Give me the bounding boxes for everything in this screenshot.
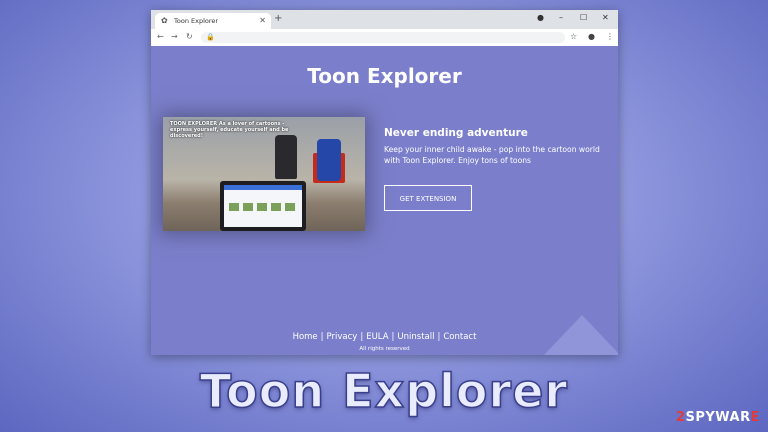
- footer-link-contact[interactable]: Contact: [443, 332, 476, 342]
- screen-thumbnail: [285, 203, 295, 211]
- screen-thumbnail: [257, 203, 267, 211]
- browser-window: ✿ Toon Explorer ✕ + ● – ☐ ✕ ← → ↻ 🔒 ☆ ● …: [151, 10, 618, 355]
- footer-link-uninstall[interactable]: Uninstall: [397, 332, 434, 342]
- footer-link-home[interactable]: Home: [293, 332, 318, 342]
- web-page: Toon Explorer TOON EXPLORER As a lover o…: [151, 46, 618, 355]
- laptop-screen-header: [224, 185, 302, 190]
- profile-icon[interactable]: ●: [588, 32, 595, 41]
- promo-text: Never ending adventure Keep your inner c…: [384, 127, 609, 166]
- hero-image: TOON EXPLORER As a lover of cartoons - e…: [163, 117, 365, 231]
- screen-thumbnail: [243, 203, 253, 211]
- back-icon[interactable]: ←: [157, 32, 164, 41]
- minimize-button[interactable]: –: [559, 13, 563, 22]
- screen-thumbnail: [271, 203, 281, 211]
- promo-body: Keep your inner child awake - pop into t…: [384, 145, 600, 165]
- screen-thumbnail: [229, 203, 239, 211]
- maximize-button[interactable]: ☐: [580, 13, 587, 22]
- footer-link-privacy[interactable]: Privacy: [327, 332, 358, 342]
- footer-separator: |: [391, 332, 395, 342]
- watermark-suffix: E: [750, 410, 760, 425]
- forward-icon[interactable]: →: [171, 32, 178, 41]
- hero-caption: TOON EXPLORER As a lover of cartoons - e…: [170, 121, 289, 139]
- overlay-caption: Toon Explorer: [199, 363, 569, 419]
- footer-separator: |: [360, 332, 364, 342]
- close-window-button[interactable]: ✕: [602, 13, 609, 22]
- extension-icon[interactable]: ●: [537, 13, 544, 22]
- address-input[interactable]: 🔒: [201, 32, 565, 43]
- menu-icon[interactable]: ⋮: [606, 32, 614, 41]
- tab-close-icon[interactable]: ✕: [259, 16, 266, 25]
- page-title: Toon Explorer: [307, 64, 462, 88]
- lock-icon: 🔒: [206, 33, 215, 41]
- tab-title: Toon Explorer: [174, 17, 219, 25]
- puzzle-favicon-icon: ✿: [161, 16, 168, 25]
- promo-headline: Never ending adventure: [384, 127, 528, 139]
- new-tab-button[interactable]: +: [274, 13, 282, 24]
- decorative-triangle: [544, 315, 618, 355]
- footer-link-eula[interactable]: EULA: [366, 332, 388, 342]
- browser-tab[interactable]: ✿ Toon Explorer ✕: [155, 13, 271, 29]
- reload-icon[interactable]: ↻: [186, 32, 193, 41]
- get-extension-button[interactable]: GET EXTENSION: [384, 185, 472, 211]
- tab-bar: ✿ Toon Explorer ✕ + ● – ☐ ✕: [151, 10, 618, 29]
- lego-batman-figure: [275, 135, 297, 179]
- footer-separator: |: [437, 332, 441, 342]
- watermark-main: SPYWAR: [685, 410, 751, 425]
- star-icon[interactable]: ☆: [570, 32, 577, 41]
- address-bar-row: ← → ↻ 🔒 ☆ ● ⋮: [151, 29, 618, 47]
- footer-separator: |: [320, 332, 324, 342]
- watermark-logo: 2SPYWARE: [676, 410, 760, 425]
- lego-superman-figure: [317, 139, 341, 181]
